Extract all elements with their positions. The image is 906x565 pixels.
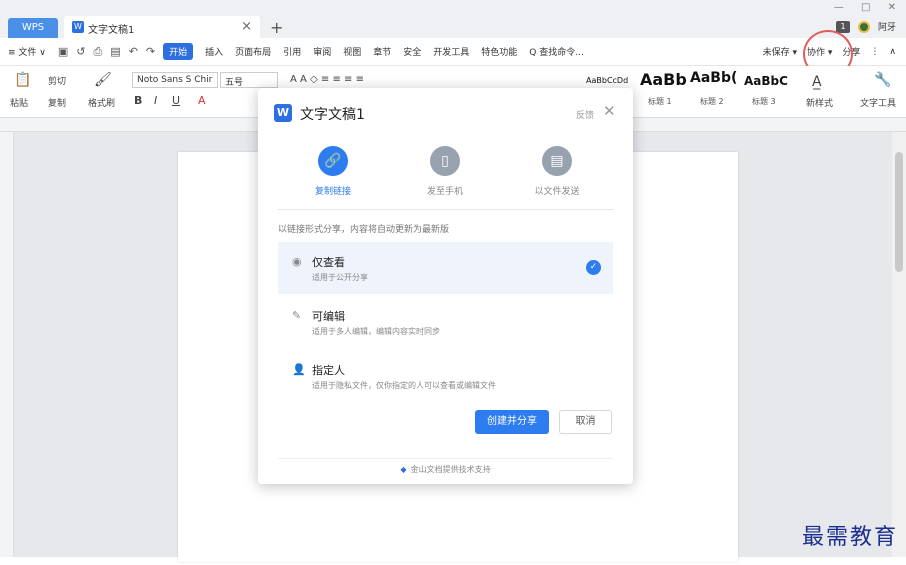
command-search[interactable]: Q 查找命令... xyxy=(529,45,584,58)
title-bar: WPS W 文字文稿1 × + — □ ✕ 1 阿牙 xyxy=(0,0,906,38)
close-icon[interactable]: ✕ xyxy=(603,102,616,120)
close-window-button[interactable]: ✕ xyxy=(888,2,896,13)
italic-button[interactable]: I xyxy=(154,94,157,107)
history-icon[interactable]: ↺ xyxy=(76,45,85,58)
tab-document[interactable]: W 文字文稿1 × xyxy=(64,16,260,38)
redo-icon[interactable]: ↷ xyxy=(146,45,155,58)
window-count-badge[interactable]: 1 xyxy=(835,20,850,33)
paste-button[interactable]: 粘贴 xyxy=(10,96,28,109)
style-heading-3-caption: 标题 3 xyxy=(752,97,776,106)
phone-icon: ▯ xyxy=(430,146,460,176)
menu-bar: ≡ 文件 ∨ ▣ ↺ ⎙ ▤ ↶ ↷ 开始 插入 页面布局 引用 审阅 视图 章… xyxy=(0,38,906,66)
tab-close-icon[interactable]: × xyxy=(241,19,252,34)
tab-references[interactable]: 引用 xyxy=(283,45,301,58)
new-style-button[interactable]: 新样式 xyxy=(806,96,833,109)
option-send-file-label: 以文件发送 xyxy=(534,187,580,197)
share-hint: 以链接形式分享，内容将自动更新为最新版 xyxy=(278,225,450,235)
avatar[interactable] xyxy=(857,20,870,33)
vertical-ruler xyxy=(0,132,14,557)
option-send-file[interactable]: ▤ 以文件发送 xyxy=(512,146,602,197)
tab-page-layout[interactable]: 页面布局 xyxy=(235,45,271,58)
tab-insert[interactable]: 插入 xyxy=(205,45,223,58)
collapse-ribbon-icon[interactable]: ∧ xyxy=(889,47,896,57)
cancel-button[interactable]: 取消 xyxy=(559,410,612,434)
maximize-button[interactable]: □ xyxy=(861,2,870,13)
undo-icon[interactable]: ↶ xyxy=(129,45,138,58)
options-divider xyxy=(278,209,614,210)
pencil-icon: ✎ xyxy=(292,309,302,322)
dialog-footer: ◆ 金山文档提供技术支持 xyxy=(258,464,633,475)
paragraph-tools[interactable]: A A ◇ ≡ ≡ ≡ ≡ xyxy=(290,74,364,85)
permission-title: 仅查看 xyxy=(312,256,345,269)
tab-review[interactable]: 审阅 xyxy=(313,45,331,58)
permission-desc: 适用于隐私文件，仅你指定的人可以查看或编辑文件 xyxy=(312,381,496,390)
create-and-share-button[interactable]: 创建并分享 xyxy=(475,410,549,434)
bold-button[interactable]: B xyxy=(134,94,142,107)
style-heading-2-caption: 标题 2 xyxy=(700,97,724,106)
scrollbar-thumb[interactable] xyxy=(895,152,903,272)
copy-button[interactable]: 复制 xyxy=(48,96,66,109)
underline-button[interactable]: U xyxy=(172,94,180,107)
watermark: 最需教育 xyxy=(801,525,898,550)
permission-view-only[interactable]: ◉ 仅查看 适用于公开分享 ✓ xyxy=(278,242,613,294)
unsaved-status[interactable]: 未保存 ▾ xyxy=(763,45,797,58)
permission-desc: 适用于公开分享 xyxy=(312,273,368,282)
eye-icon: ◉ xyxy=(292,255,302,268)
tab-security[interactable]: 安全 xyxy=(403,45,421,58)
text-tools-button[interactable]: 文字工具 xyxy=(860,96,896,109)
text-tools-icon[interactable]: 🔧 xyxy=(874,72,891,88)
minimize-button[interactable]: — xyxy=(834,2,844,13)
window-controls: — □ ✕ xyxy=(820,2,896,13)
footer-divider xyxy=(278,458,613,459)
print-icon[interactable]: ⎙ xyxy=(93,45,102,59)
font-name-select[interactable]: Noto Sans S Chir xyxy=(132,72,218,88)
save-icon[interactable]: ▣ xyxy=(58,45,68,58)
option-send-phone[interactable]: ▯ 发至手机 xyxy=(400,146,490,197)
option-copy-link-label: 复制链接 xyxy=(314,187,351,197)
tab-view[interactable]: 视图 xyxy=(343,45,361,58)
file-icon: ▤ xyxy=(542,146,572,176)
word-doc-icon: W xyxy=(72,21,84,33)
new-style-icon[interactable]: A̲ xyxy=(812,74,822,90)
word-doc-icon: W xyxy=(274,104,292,122)
new-tab-button[interactable]: + xyxy=(270,18,283,37)
permission-desc: 适用于多人编辑，编辑内容实时同步 xyxy=(312,327,440,336)
vertical-scrollbar[interactable] xyxy=(892,132,906,557)
dialog-title: 文字文稿1 xyxy=(300,107,365,123)
tab-chapter[interactable]: 章节 xyxy=(373,45,391,58)
footer-text: 金山文档提供技术支持 xyxy=(410,465,491,474)
permission-editable[interactable]: ✎ 可编辑 适用于多人编辑，编辑内容实时同步 xyxy=(278,296,613,348)
format-painter-icon[interactable]: 🖌 xyxy=(94,72,112,88)
feedback-link[interactable]: 反馈 xyxy=(576,108,594,121)
font-size-select[interactable]: 五号 xyxy=(220,72,278,88)
kdocs-logo-icon: ◆ xyxy=(400,465,407,474)
user-name[interactable]: 阿牙 xyxy=(878,20,896,33)
option-copy-link[interactable]: 🔗 复制链接 xyxy=(288,146,378,197)
permission-title: 指定人 xyxy=(312,364,345,377)
permission-specified[interactable]: 👤 指定人 适用于隐私文件，仅你指定的人可以查看或编辑文件 xyxy=(278,350,613,402)
link-icon: 🔗 xyxy=(318,146,348,176)
tab-wps-home[interactable]: WPS xyxy=(8,18,58,38)
paste-icon[interactable]: 📋 xyxy=(14,72,31,88)
tab-document-label: 文字文稿1 xyxy=(88,25,135,36)
tab-developer[interactable]: 开发工具 xyxy=(433,45,469,58)
more-icon[interactable]: ⋮ xyxy=(870,47,879,57)
font-color-button[interactable]: A xyxy=(198,94,206,107)
tab-features[interactable]: 特色功能 xyxy=(481,45,517,58)
share-dialog: W 文字文稿1 反馈 ✕ 🔗 复制链接 ▯ 发至手机 ▤ 以文件发送 以链接形式… xyxy=(258,88,633,484)
file-menu[interactable]: ≡ 文件 ∨ xyxy=(8,45,46,58)
check-icon: ✓ xyxy=(586,260,601,275)
cut-button[interactable]: 剪切 xyxy=(48,74,66,87)
preview-icon[interactable]: ▤ xyxy=(110,45,120,58)
permission-title: 可编辑 xyxy=(312,310,345,323)
titlebar-right: 1 阿牙 xyxy=(835,20,896,33)
format-painter-button[interactable]: 格式刷 xyxy=(88,96,115,109)
style-heading-1-caption: 标题 1 xyxy=(648,97,672,106)
tab-home[interactable]: 开始 xyxy=(163,43,194,60)
option-send-phone-label: 发至手机 xyxy=(426,187,463,197)
person-icon: 👤 xyxy=(292,363,306,376)
